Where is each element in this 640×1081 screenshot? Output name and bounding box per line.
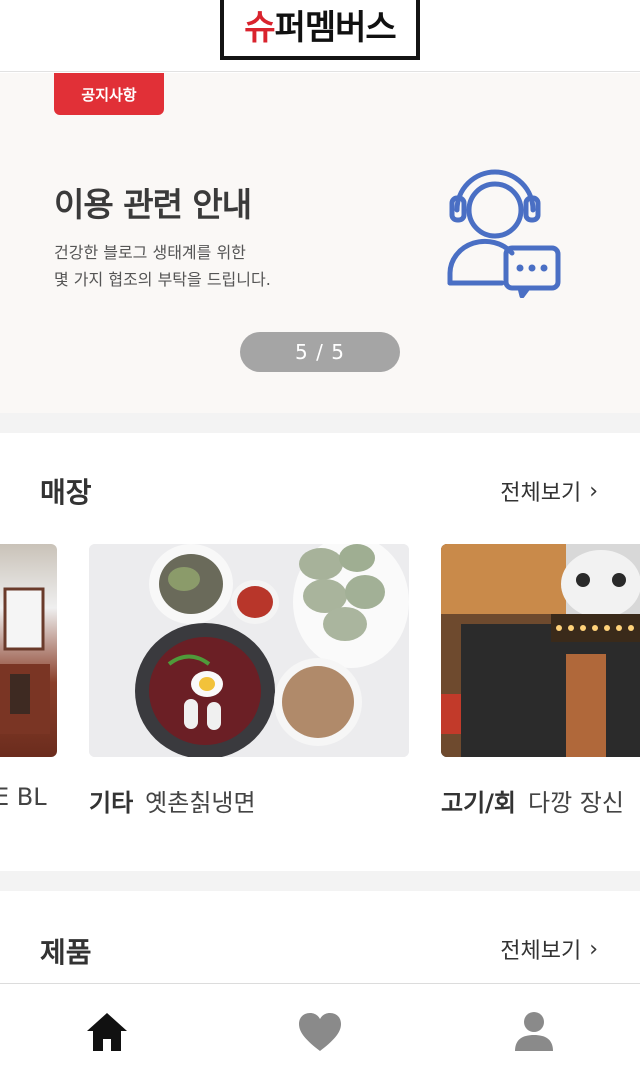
bottom-navigation xyxy=(0,983,640,1081)
storefront-image xyxy=(441,544,640,757)
nav-favorites-button[interactable] xyxy=(296,1008,344,1056)
see-all-label: 전체보기 xyxy=(500,481,582,506)
banner-title: 이용 관련 안내 xyxy=(54,185,252,224)
nav-home-button[interactable] xyxy=(83,1008,131,1056)
banner-pager: 5 / 5 xyxy=(240,332,400,372)
products-section: 제품 전체보기 › xyxy=(0,891,640,983)
section-divider xyxy=(0,871,640,891)
nav-profile-button[interactable] xyxy=(510,1008,558,1056)
store-card-image[interactable] xyxy=(0,544,57,757)
app-header: 슈퍼멤버스 xyxy=(0,0,640,72)
stores-see-all-button[interactable]: 전체보기 › xyxy=(500,475,598,507)
store-name: 옛촌칡냉면 xyxy=(145,789,256,817)
food-image xyxy=(89,544,409,757)
store-card-label[interactable]: E BL xyxy=(0,783,47,811)
stores-title: 매장 xyxy=(40,476,92,509)
store-category: 기타 xyxy=(89,789,134,817)
section-divider xyxy=(0,413,640,433)
see-all-label: 전체보기 xyxy=(500,939,582,964)
banner-description: 건강한 블로그 생태계를 위한 몇 가지 협조의 부탁을 드립니다. xyxy=(54,243,271,289)
notice-badge: 공지사항 xyxy=(54,73,164,115)
notice-banner[interactable]: 공지사항 이용 관련 안내 건강한 블로그 생태계를 위한 몇 가지 협조의 부… xyxy=(0,73,640,413)
storefront-image xyxy=(0,587,50,734)
logo[interactable]: 슈퍼멤버스 xyxy=(220,0,420,60)
logo-text-red: 슈 xyxy=(244,8,275,48)
products-see-all-button[interactable]: 전체보기 › xyxy=(500,933,598,965)
store-card-image[interactable] xyxy=(89,544,409,757)
user-icon xyxy=(515,1012,553,1051)
store-card-label[interactable]: 고기/회 다깡 장신 xyxy=(441,783,624,818)
home-icon xyxy=(87,1013,127,1051)
chevron-right-icon: › xyxy=(589,478,598,504)
stores-section: 매장 전체보기 › E BL 기타 옛촌칡냉면 고기/회 다깡 장신 xyxy=(0,433,640,871)
store-category: 고기/회 xyxy=(441,789,517,817)
store-name: 다깡 장신 xyxy=(528,789,624,817)
store-card-label[interactable]: 기타 옛촌칡냉면 xyxy=(89,783,256,818)
store-name: E BL xyxy=(0,783,47,811)
customer-support-icon xyxy=(447,169,561,298)
heart-icon xyxy=(299,1013,341,1051)
store-card-image[interactable] xyxy=(441,544,640,757)
products-title: 제품 xyxy=(40,936,92,969)
chevron-right-icon: › xyxy=(589,936,598,962)
logo-text-black: 퍼멤버스 xyxy=(274,8,397,48)
